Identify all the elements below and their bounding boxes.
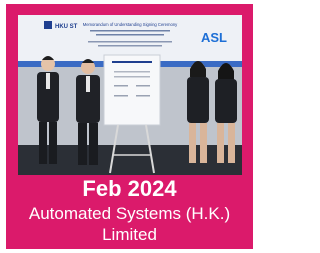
card-date: Feb 2024	[82, 176, 177, 201]
svg-text:HKU ST: HKU ST	[55, 24, 78, 30]
asl-logo: ASL	[201, 30, 227, 45]
event-photo: HKU ST ASL Memorandum of Understanding S…	[18, 15, 242, 175]
company-line-2: Limited	[102, 225, 157, 244]
svg-text:ASL: ASL	[201, 30, 227, 45]
banner-title: Memorandum of Understanding Signing Cere…	[83, 22, 178, 27]
card-company: Automated Systems (H.K.) Limited	[6, 203, 253, 245]
news-card[interactable]: HKU ST ASL Memorandum of Understanding S…	[6, 4, 253, 249]
company-line-1: Automated Systems (H.K.)	[28, 204, 231, 223]
